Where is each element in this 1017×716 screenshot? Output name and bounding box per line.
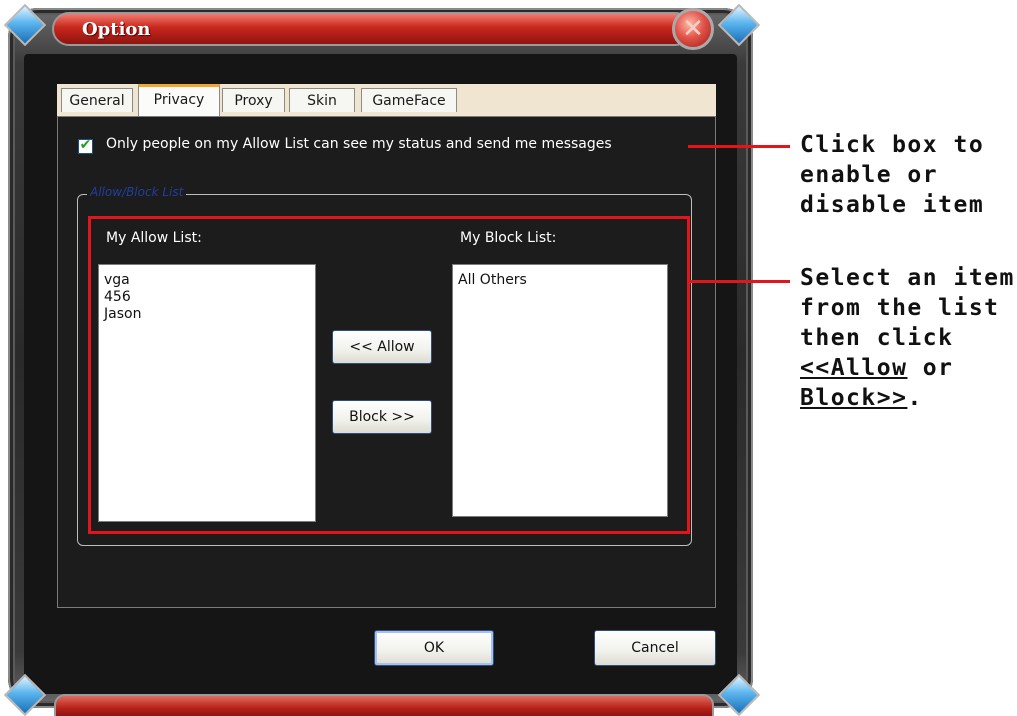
- callout-line-text: Block>>.: [800, 383, 1015, 413]
- allow-list-label: My Allow List:: [106, 230, 202, 246]
- allow-only-checkbox[interactable]: ✔: [78, 137, 93, 154]
- tab-strip: General Privacy Proxy Skin GameFace: [57, 84, 716, 116]
- tab-proxy[interactable]: Proxy: [222, 88, 285, 112]
- callout-line-text: disable item: [800, 192, 985, 218]
- callout-or-text: or: [907, 355, 954, 381]
- block-button[interactable]: Block >>: [332, 400, 432, 434]
- ok-button[interactable]: OK: [374, 630, 494, 666]
- tab-general[interactable]: General: [61, 88, 133, 112]
- close-button[interactable]: ✕: [672, 8, 714, 50]
- allow-listbox[interactable]: vga 456 Jason: [98, 264, 316, 522]
- callout-period: .: [907, 385, 923, 411]
- callout-line-text: <<Allow or: [800, 353, 1015, 383]
- group-title: Allow/Block List: [87, 185, 187, 199]
- callout-line-text: enable or: [800, 162, 939, 188]
- callout-checkbox-note: Click box to enable or disable item: [800, 130, 984, 220]
- allow-only-label[interactable]: Only people on my Allow List can see my …: [106, 136, 612, 152]
- tab-gameface[interactable]: GameFace: [361, 88, 457, 112]
- callout-line-text: from the list: [800, 295, 1000, 321]
- callout-line: [690, 280, 790, 283]
- window-title: Option: [82, 19, 151, 40]
- callout-line: [688, 145, 790, 148]
- callout-line-text: then click: [800, 325, 954, 351]
- list-item[interactable]: vga: [99, 272, 315, 289]
- allow-reference: <<Allow: [800, 355, 908, 381]
- cancel-button[interactable]: Cancel: [594, 630, 716, 666]
- block-list-label: My Block List:: [460, 230, 557, 246]
- block-reference: Block>>: [800, 385, 908, 411]
- checkmark-icon: ✔: [79, 137, 92, 153]
- block-listbox[interactable]: All Others: [452, 264, 668, 517]
- allow-button[interactable]: << Allow: [332, 330, 432, 364]
- list-item[interactable]: 456: [99, 289, 315, 306]
- callout-list-note: Select an item from the list then click …: [800, 263, 1015, 413]
- title-bar[interactable]: Option: [52, 12, 692, 46]
- list-item[interactable]: All Others: [453, 272, 667, 289]
- tab-skin[interactable]: Skin: [289, 88, 355, 112]
- tab-privacy[interactable]: Privacy: [138, 84, 220, 116]
- close-icon: ✕: [682, 14, 704, 44]
- callout-line-text: Select an item: [800, 265, 1015, 291]
- callout-line-text: Click box to: [800, 132, 985, 158]
- bottom-bar: [54, 694, 714, 716]
- list-item[interactable]: Jason: [99, 306, 315, 323]
